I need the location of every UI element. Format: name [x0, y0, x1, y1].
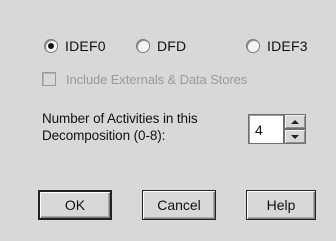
cancel-button[interactable]: Cancel: [142, 190, 216, 220]
radio-unchecked-icon: [136, 39, 150, 53]
radio-unchecked-icon: [246, 39, 260, 53]
include-externals-label: Include Externals & Data Stores: [66, 71, 248, 87]
arrow-up-icon: [291, 119, 299, 124]
methodology-radio-group: IDEF0 DFD IDEF3: [44, 36, 334, 56]
radio-idef0[interactable]: IDEF0: [44, 36, 106, 56]
spin-up-button[interactable]: [284, 114, 306, 129]
spin-down-button[interactable]: [284, 129, 306, 144]
include-externals-checkbox[interactable]: Include Externals & Data Stores: [42, 70, 247, 88]
checkbox-icon: [42, 72, 56, 86]
activities-count-input[interactable]: 4: [248, 114, 284, 144]
activities-label-line2: Decomposition (0-8):: [42, 128, 166, 143]
help-button[interactable]: Help: [246, 190, 316, 220]
radio-checked-icon: [44, 39, 58, 53]
radio-dfd-label: DFD: [157, 38, 187, 54]
radio-dfd[interactable]: DFD: [136, 36, 186, 56]
ok-button[interactable]: OK: [38, 190, 112, 220]
activities-count-stepper: 4: [248, 114, 308, 146]
decomposition-dialog: IDEF0 DFD IDEF3 Include Externals & Data…: [0, 0, 336, 241]
radio-idef3[interactable]: IDEF3: [246, 36, 308, 56]
activities-label-line1: Number of Activities in this: [42, 111, 198, 126]
radio-idef0-label: IDEF0: [65, 38, 106, 54]
radio-idef3-label: IDEF3: [267, 38, 308, 54]
arrow-down-icon: [291, 134, 299, 139]
activities-count-label: Number of Activities in this Decompositi…: [42, 110, 252, 144]
